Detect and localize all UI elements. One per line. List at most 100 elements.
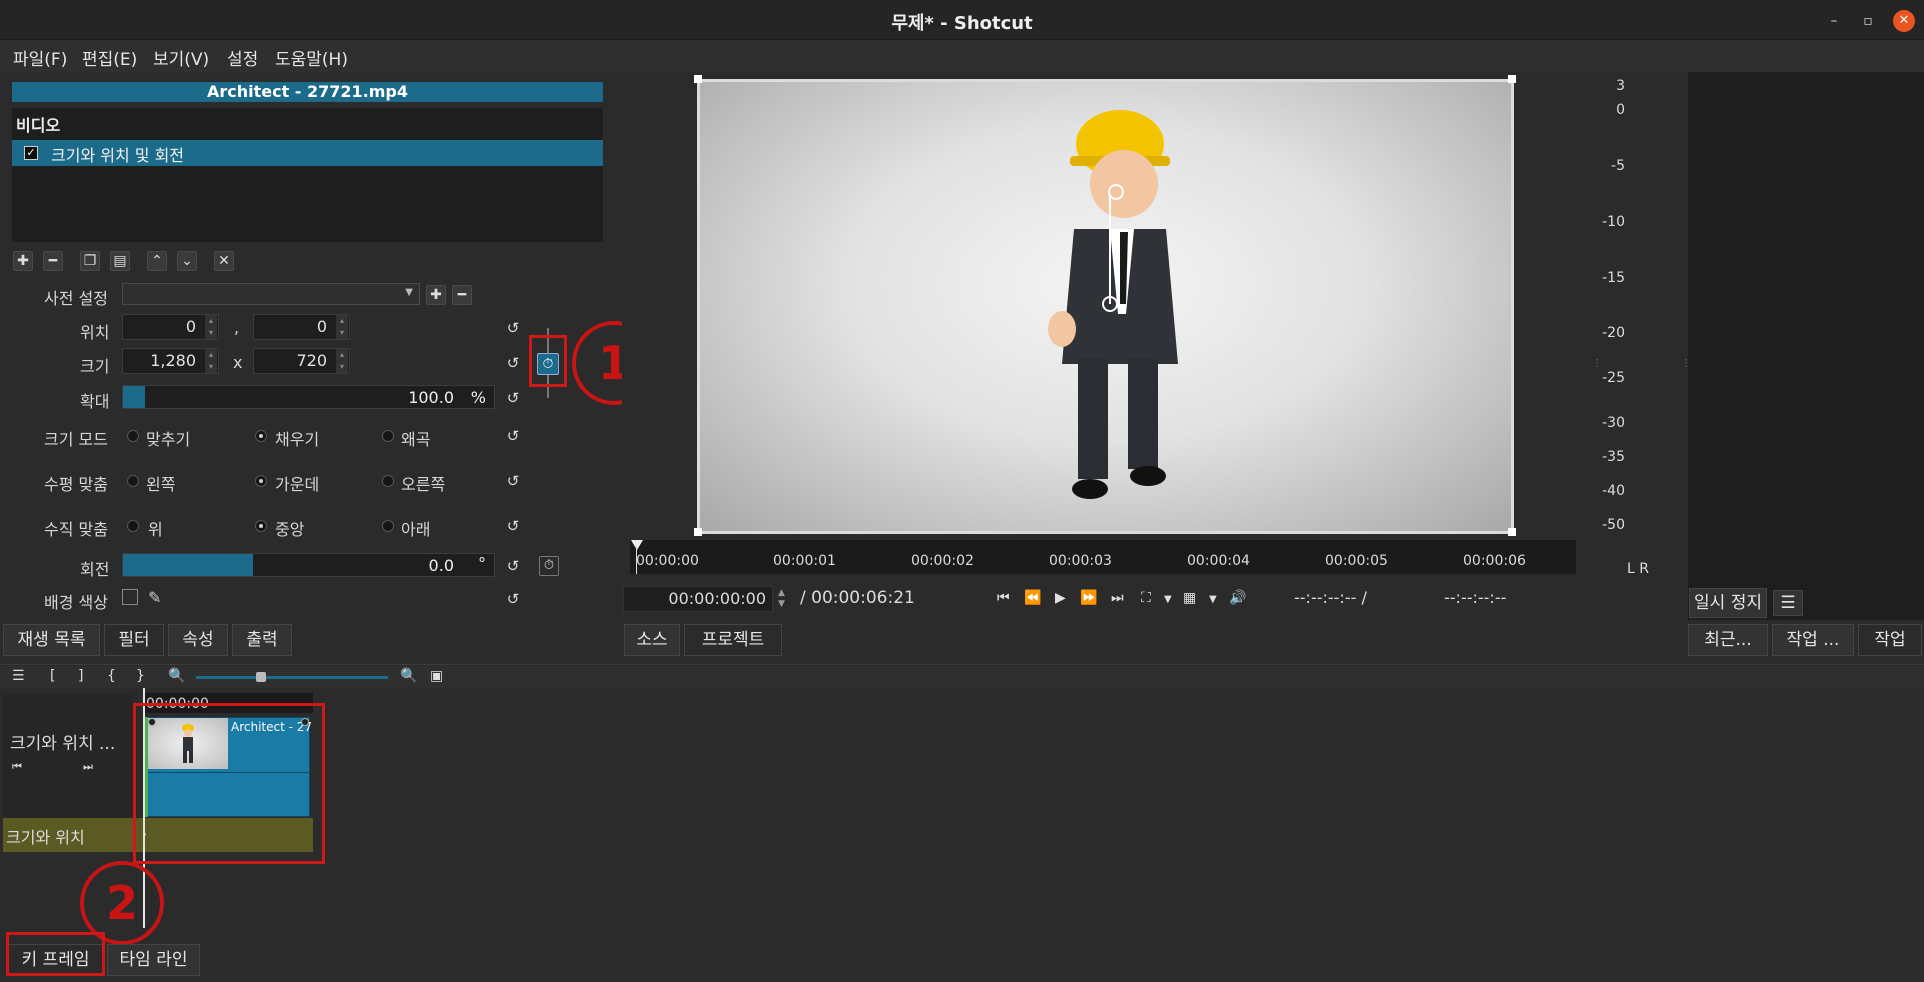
playhead-marker-icon[interactable] <box>631 540 643 550</box>
zoom-slider-track[interactable] <box>196 676 388 679</box>
add-filter-icon[interactable]: ✚ <box>13 251 33 271</box>
zoom-slider-fill <box>123 386 146 408</box>
reset-zoom-icon[interactable]: ↺ <box>504 389 522 407</box>
ruler-tick: 00:00:03 <box>1049 553 1112 569</box>
minimize-button[interactable]: – <box>1823 10 1845 32</box>
zoom-out-icon[interactable]: 🔍 <box>168 668 185 684</box>
remove-filter-icon[interactable]: ━ <box>43 251 63 271</box>
paste-filter-icon[interactable]: ▤ <box>110 251 130 271</box>
filter-enable-checkbox[interactable]: ✓ <box>24 146 38 160</box>
meter-tick: -5 <box>1611 158 1625 174</box>
tab-project[interactable]: 프로젝트 <box>684 624 782 656</box>
timecode-spin-icon[interactable]: ▲ ▼ <box>778 588 785 610</box>
meter-tick: 3 <box>1616 78 1625 94</box>
menu-help[interactable]: 도움말(H) <box>275 45 348 70</box>
tab-recent[interactable]: 최근... <box>1688 624 1768 656</box>
menu-view[interactable]: 보기(V) <box>153 45 209 70</box>
tab-export[interactable]: 출력 <box>232 624 292 656</box>
reset-bg-color-icon[interactable]: ↺ <box>504 590 522 608</box>
color-picker-icon[interactable]: ✎ <box>148 588 161 607</box>
rotation-keyframe-icon[interactable]: ⏱ <box>539 556 559 576</box>
skip-next-icon[interactable]: ⏭ <box>1111 590 1124 606</box>
transform-handle[interactable] <box>1508 528 1516 536</box>
chevron-down-icon[interactable]: ▼ <box>1164 594 1172 605</box>
size-mode-distort-radio[interactable] <box>382 430 394 442</box>
zoom-fit-icon[interactable]: ▣ <box>430 668 443 684</box>
ruler-tick: 00:00:06 <box>1463 553 1526 569</box>
tab-jobs-2[interactable]: 작업 <box>1858 624 1922 656</box>
h-align-left-radio[interactable] <box>127 475 139 487</box>
reset-size-icon[interactable]: ↺ <box>504 354 522 372</box>
trim-in-icon[interactable]: [ <box>50 668 55 684</box>
tab-timeline[interactable]: 타임 라인 <box>107 944 200 976</box>
transform-handle[interactable] <box>1508 75 1516 83</box>
menu-file[interactable]: 파일(F) <box>13 45 67 70</box>
tab-filters[interactable]: 필터 <box>104 624 164 656</box>
grid-icon[interactable]: ▦ <box>1183 590 1196 606</box>
menu-edit[interactable]: 편집(E) <box>82 45 137 70</box>
save-preset-icon[interactable]: ✚ <box>426 285 446 305</box>
rotation-unit: ° <box>478 554 486 573</box>
splitter-handle[interactable]: ⋮ <box>1592 358 1602 369</box>
fast-forward-icon[interactable]: ⏩ <box>1080 590 1097 606</box>
size-mode-fit-radio[interactable] <box>127 430 139 442</box>
reset-position-icon[interactable]: ↺ <box>504 319 522 337</box>
spin-arrows-icon[interactable]: ▴ ▾ <box>205 349 217 373</box>
video-preview[interactable] <box>700 82 1511 531</box>
transform-handle[interactable] <box>694 75 702 83</box>
zoom-in-icon[interactable]: 🔍 <box>400 668 417 684</box>
skip-previous-icon[interactable]: ⏮ <box>997 590 1010 606</box>
pause-button[interactable]: 일시 정지 <box>1689 588 1767 618</box>
jobs-menu-button[interactable]: ☰ <box>1773 590 1803 616</box>
tab-playlist[interactable]: 재생 목록 <box>3 624 100 656</box>
spin-arrows-icon[interactable]: ▴ ▾ <box>205 315 217 339</box>
size-mode-fill-radio[interactable] <box>255 430 267 442</box>
move-up-icon[interactable]: ⌃ <box>147 251 167 271</box>
position-timecode[interactable]: 00:00:00:00 <box>623 586 773 612</box>
reset-h-align-icon[interactable]: ↺ <box>504 472 522 490</box>
v-align-middle-radio[interactable] <box>255 520 267 532</box>
move-down-icon[interactable]: ⌄ <box>177 251 197 271</box>
play-icon[interactable]: ▶ <box>1055 590 1066 606</box>
rewind-icon[interactable]: ⏪ <box>1024 590 1041 606</box>
rotation-slider-fill <box>123 554 253 576</box>
size-label: 크기 <box>80 357 110 376</box>
h-align-center-radio[interactable] <box>255 475 267 487</box>
trim-out-icon[interactable]: ] <box>78 668 83 684</box>
previous-keyframe-icon[interactable]: ⏮ <box>12 760 22 774</box>
v-align-top-radio[interactable] <box>127 520 139 532</box>
maximize-button[interactable]: ▫ <box>1857 10 1879 32</box>
menu-settings[interactable]: 설정 <box>227 45 258 70</box>
preset-combo[interactable]: ▼ <box>122 283 420 305</box>
reset-v-align-icon[interactable]: ↺ <box>504 517 522 535</box>
animate-in-icon[interactable]: { <box>107 668 116 684</box>
spin-arrows-icon[interactable]: ▴ ▾ <box>336 349 348 373</box>
transform-handle[interactable] <box>694 528 702 536</box>
deselect-filter-icon[interactable]: ✕ <box>214 251 234 271</box>
close-button[interactable]: ✕ <box>1893 10 1915 32</box>
position-separator: , <box>234 318 240 337</box>
zoom-slider-knob[interactable] <box>256 672 266 682</box>
jobs-panel <box>1688 72 1924 620</box>
delete-preset-icon[interactable]: ━ <box>452 285 472 305</box>
reset-size-mode-icon[interactable]: ↺ <box>504 427 522 445</box>
tab-jobs[interactable]: 작업 ... <box>1772 624 1854 656</box>
reset-rotation-icon[interactable]: ↺ <box>504 557 522 575</box>
spin-arrows-icon[interactable]: ▴ ▾ <box>336 315 348 339</box>
h-align-right-radio[interactable] <box>382 475 394 487</box>
chevron-down-icon[interactable]: ▼ <box>1209 594 1217 605</box>
bg-color-swatch[interactable] <box>122 589 138 605</box>
keyframes-menu-icon[interactable]: ☰ <box>12 668 25 684</box>
rotation-slider[interactable]: 0.0 ° <box>122 553 495 577</box>
ruler-tick: 00:00:02 <box>911 553 974 569</box>
animate-out-icon[interactable]: } <box>136 668 145 684</box>
h-align-left-label: 왼쪽 <box>146 475 176 494</box>
v-align-bottom-radio[interactable] <box>382 520 394 532</box>
zoom-fit-icon[interactable]: ⛶ <box>1141 590 1151 606</box>
volume-icon[interactable]: 🔊 <box>1229 590 1246 606</box>
next-keyframe-icon[interactable]: ⏭ <box>83 760 93 774</box>
copy-filter-icon[interactable]: ❐ <box>80 251 100 271</box>
tab-properties[interactable]: 속성 <box>168 624 228 656</box>
tab-source[interactable]: 소스 <box>624 624 680 656</box>
zoom-slider[interactable]: 100.0 % <box>122 385 495 409</box>
